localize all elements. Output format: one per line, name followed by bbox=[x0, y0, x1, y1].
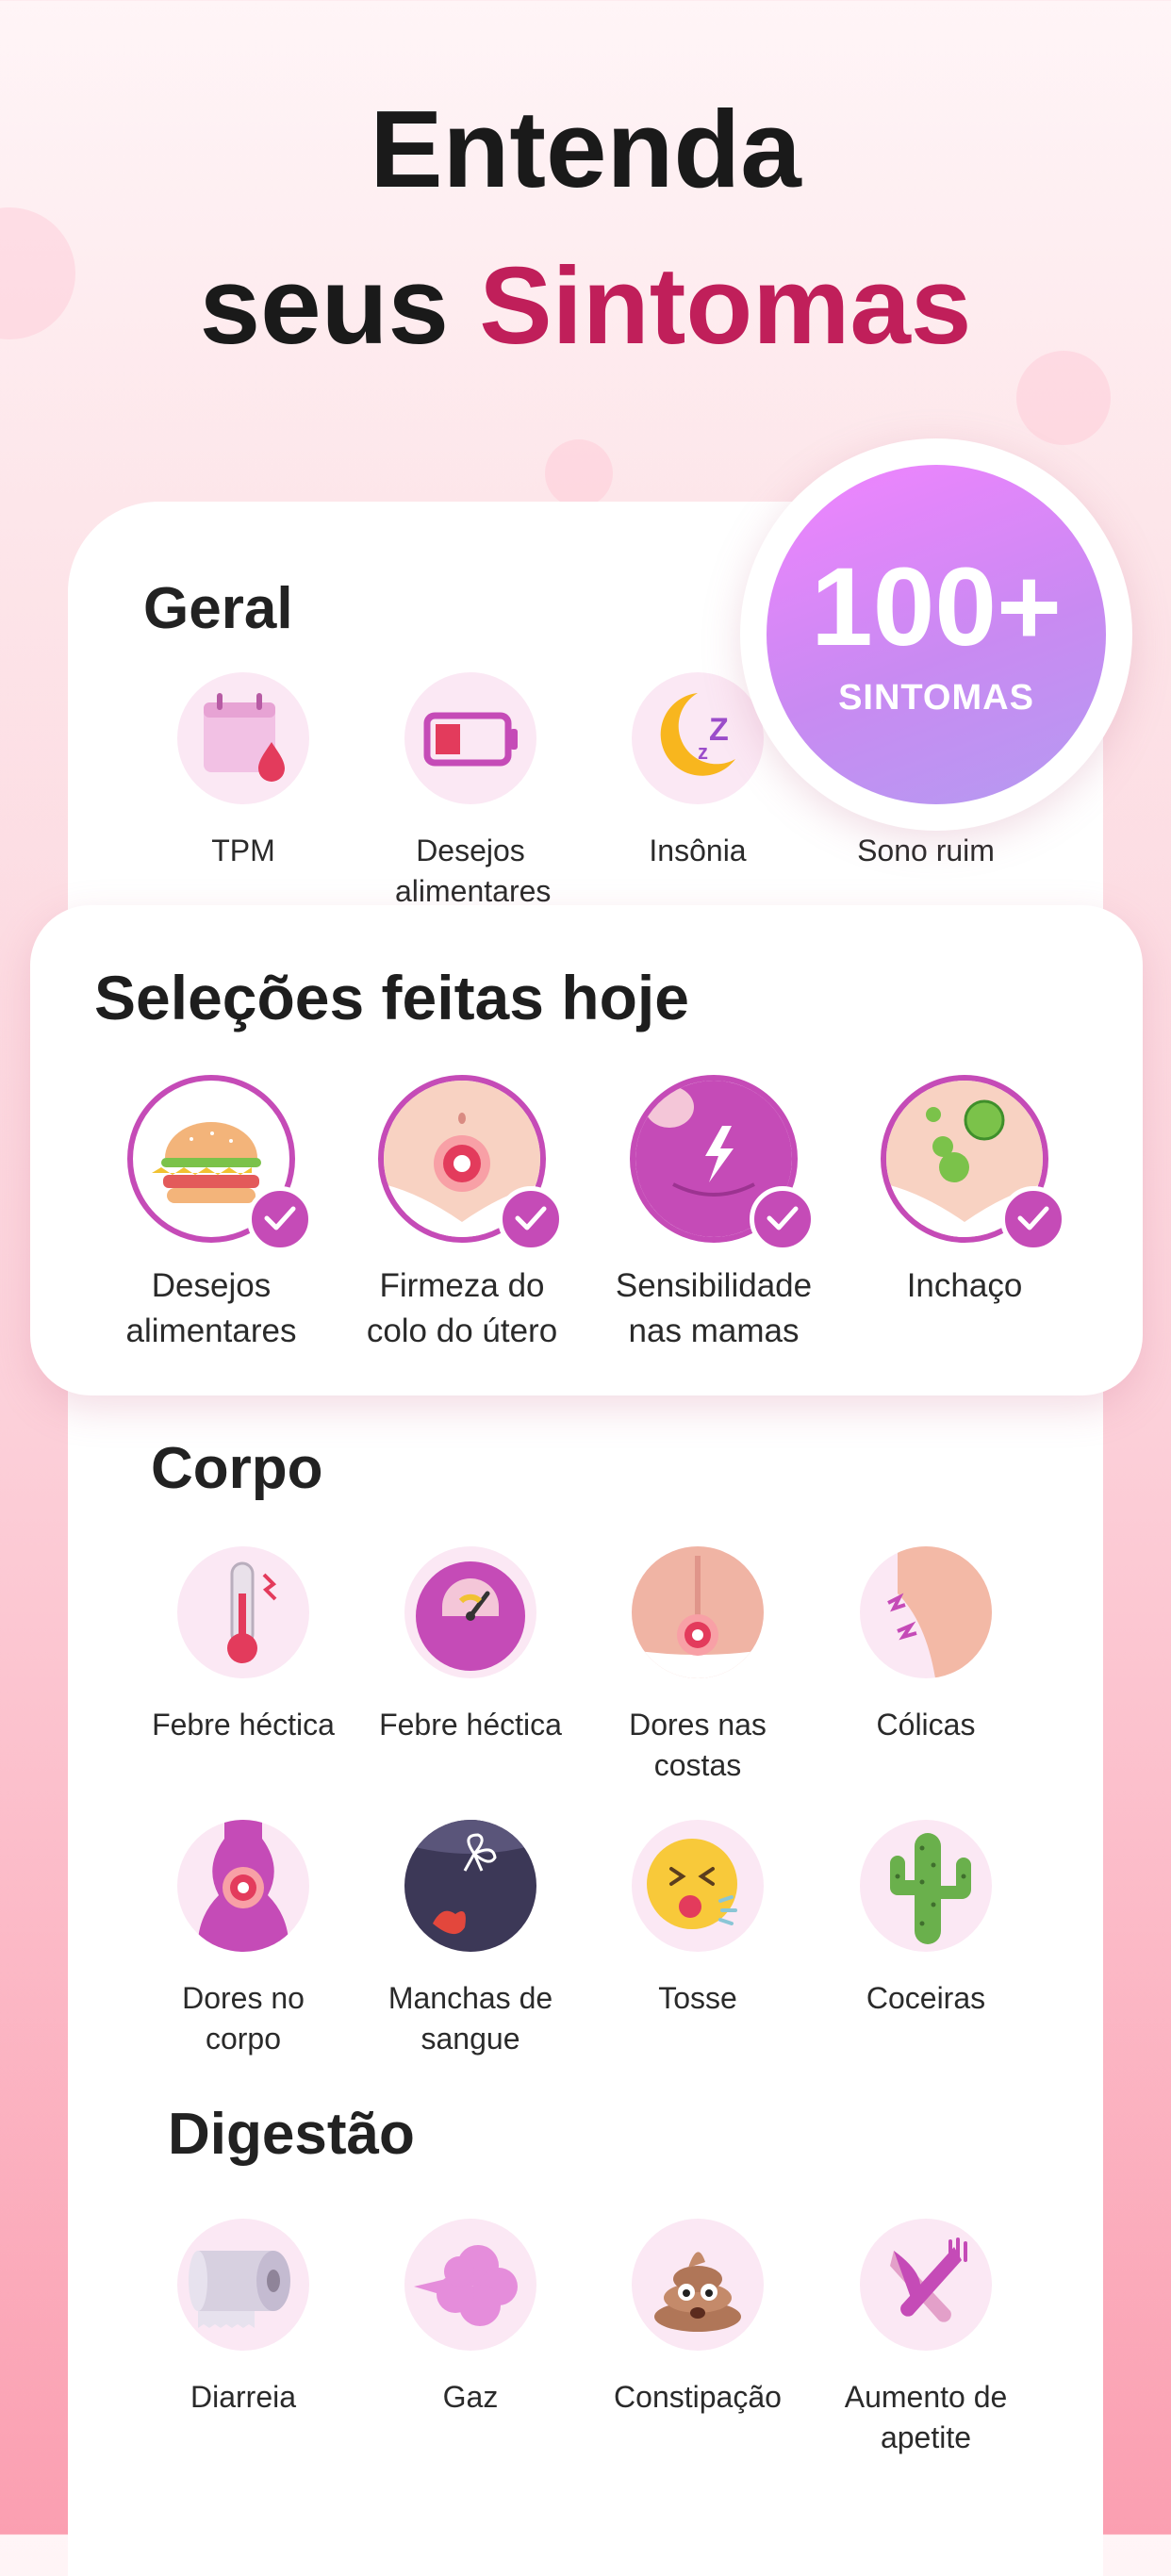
selections-title: Seleções feitas hoje bbox=[94, 963, 689, 1032]
symptom-item-febre-2[interactable]: Febre héctica bbox=[357, 1546, 584, 1745]
check-icon bbox=[498, 1186, 564, 1252]
section-title-digestao: Digestão bbox=[168, 2102, 415, 2167]
check-icon bbox=[247, 1186, 313, 1252]
check-icon bbox=[1000, 1186, 1066, 1252]
cough-face-icon bbox=[632, 1820, 764, 1952]
headline-accent: Sintomas bbox=[479, 244, 972, 367]
symptom-item-manchas[interactable]: Manchas de sangue bbox=[357, 1820, 584, 2059]
symptom-item-gaz[interactable]: Gaz bbox=[357, 2219, 584, 2418]
thermometer-icon bbox=[177, 1546, 309, 1678]
symptom-label: Dores nas costas bbox=[629, 1708, 767, 1782]
decorative-bubble-right bbox=[1016, 351, 1111, 445]
symptom-label: Febre héctica bbox=[379, 1708, 562, 1742]
symptom-item-tpm[interactable]: TPM bbox=[130, 672, 356, 871]
cactus-icon bbox=[860, 1820, 992, 1952]
moon-zzz-icon: Zz bbox=[632, 672, 764, 804]
symptom-item-dores-corpo[interactable]: Dores no corpo bbox=[130, 1820, 356, 2059]
symptom-item-constipacao[interactable]: Constipação bbox=[585, 2219, 811, 2418]
selected-label: Firmeza do colo do útero bbox=[366, 1267, 558, 1349]
symptom-label: Dores no corpo bbox=[182, 1981, 305, 2056]
selected-item-desejos[interactable]: Desejos alimentares bbox=[89, 1075, 334, 1354]
symptom-item-diarreia[interactable]: Diarreia bbox=[130, 2219, 356, 2418]
symptom-label: Desejos alimentares bbox=[395, 834, 552, 908]
toilet-paper-icon bbox=[177, 2219, 309, 2351]
badge-number: 100+ bbox=[811, 545, 1062, 669]
symptom-item-colicas[interactable]: Cólicas bbox=[813, 1546, 1039, 1745]
selected-item-sensibilidade[interactable]: Sensibilidade nas mamas bbox=[591, 1075, 836, 1354]
selected-label: Inchaço bbox=[906, 1267, 1023, 1304]
symptom-label: Diarreia bbox=[190, 2380, 297, 2414]
symptom-label: Aumento de apetite bbox=[844, 2380, 1008, 2454]
calendar-drop-icon bbox=[177, 672, 309, 804]
symptom-item-febre-1[interactable]: Febre héctica bbox=[130, 1546, 356, 1745]
badge-label: SINTOMAS bbox=[838, 678, 1034, 718]
selected-item-inchaco[interactable]: Inchaço bbox=[842, 1075, 1087, 1309]
symptoms-count-badge: 100+ SINTOMAS bbox=[740, 438, 1132, 831]
selected-item-firmeza[interactable]: Firmeza do colo do útero bbox=[339, 1075, 585, 1354]
symptom-item-apetite[interactable]: Aumento de apetite bbox=[813, 2219, 1039, 2458]
poop-icon bbox=[632, 2219, 764, 2351]
symptom-label: Tosse bbox=[658, 1981, 737, 2015]
selected-label: Sensibilidade nas mamas bbox=[615, 1267, 813, 1349]
selected-label: Desejos alimentares bbox=[125, 1267, 297, 1349]
cramps-icon bbox=[860, 1546, 992, 1678]
body-pain-icon bbox=[177, 1820, 309, 1952]
svg-text:Z: Z bbox=[709, 712, 729, 748]
blood-stain-icon bbox=[404, 1820, 536, 1952]
symptom-label: Cólicas bbox=[876, 1708, 976, 1742]
symptom-item-dores-costas[interactable]: Dores nas costas bbox=[585, 1546, 811, 1786]
symptom-label: Coceiras bbox=[866, 1981, 986, 2015]
back-pain-icon bbox=[632, 1546, 764, 1678]
symptom-label: Manchas de sangue bbox=[388, 1981, 553, 2056]
headline-plain: seus bbox=[199, 244, 450, 367]
headline-line-2: seus Sintomas bbox=[0, 251, 1171, 360]
symptom-item-coceiras[interactable]: Coceiras bbox=[813, 1820, 1039, 2019]
section-title-geral: Geral bbox=[143, 576, 293, 641]
symptom-label: Insônia bbox=[649, 834, 747, 867]
low-battery-icon bbox=[404, 672, 536, 804]
gas-cloud-icon bbox=[404, 2219, 536, 2351]
fork-knife-icon bbox=[860, 2219, 992, 2351]
section-title-corpo: Corpo bbox=[151, 1436, 323, 1501]
today-selections-card: Seleções feitas hoje Desejos alimentares… bbox=[30, 905, 1143, 1395]
decorative-bubble-center bbox=[545, 439, 613, 507]
symptom-label: Sono ruim bbox=[857, 834, 995, 867]
scale-icon bbox=[404, 1546, 536, 1678]
symptom-label: Gaz bbox=[442, 2380, 499, 2414]
symptom-label: Febre héctica bbox=[152, 1708, 335, 1742]
headline-line-1: Entenda bbox=[370, 88, 801, 210]
symptom-label: Constipação bbox=[614, 2380, 782, 2414]
check-icon bbox=[750, 1186, 816, 1252]
symptom-item-desejos[interactable]: Desejos alimentares bbox=[357, 672, 584, 912]
symptom-item-tosse[interactable]: Tosse bbox=[585, 1820, 811, 2019]
symptom-label: TPM bbox=[211, 834, 275, 867]
svg-text:z: z bbox=[698, 740, 708, 764]
